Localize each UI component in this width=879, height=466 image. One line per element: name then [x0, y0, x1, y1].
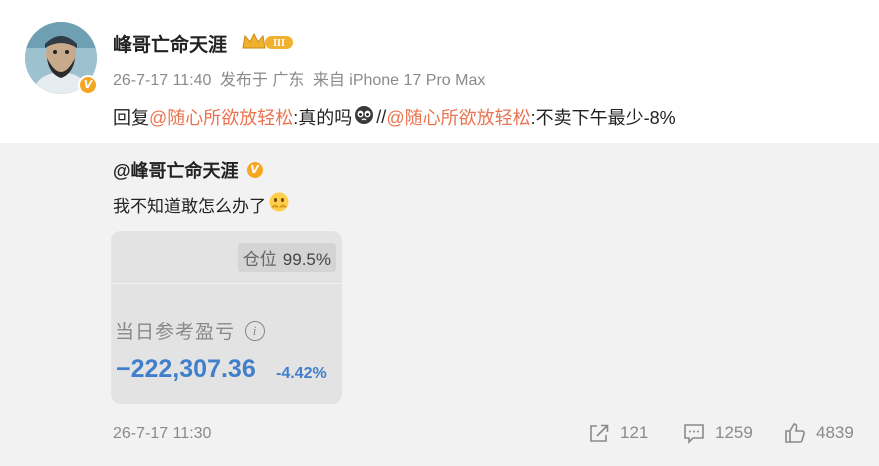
repost-text: 我不知道敢怎么办了 — [113, 191, 292, 218]
reply-separator: // — [376, 106, 387, 127]
mention-link-2[interactable]: @随心所欲放轻松 — [386, 104, 530, 130]
mention-link-1[interactable]: @随心所欲放轻松 — [149, 104, 293, 130]
reply-text: 回复 @随心所欲放轻松 :真的吗 // @随心所欲放轻松 :不卖下午最少-8% — [113, 104, 676, 130]
post-location: 发布于 广东 — [219, 72, 305, 89]
reposted-weibo[interactable]: @峰哥亡命天涯 V 我不知道敢怎么办了 仓位 99.5% 当日参考盈亏 i −22… — [0, 143, 879, 466]
verified-badge: V — [78, 75, 98, 95]
panda-emoji-icon — [354, 105, 374, 130]
like-count: 4839 — [816, 423, 854, 442]
position-box: 仓位 99.5% — [237, 243, 336, 272]
pnl-label: 当日参考盈亏 — [115, 322, 236, 343]
comment-count: 1259 — [715, 423, 753, 442]
share-button[interactable]: 121 — [588, 422, 648, 444]
verified-v-icon: V — [246, 162, 263, 178]
share-icon — [590, 424, 609, 442]
clasped-hands-face-emoji-icon — [268, 191, 290, 218]
post-meta: 26-7-17 11:40 发布于 广东 来自 iPhone 17 Pro Ma… — [113, 66, 489, 90]
reply-body: :真的吗 — [293, 108, 353, 128]
pnl-percent: -4.42% — [276, 365, 327, 382]
repost-author: @峰哥亡命天涯 V — [113, 157, 263, 183]
pnl-value: −222,307.36 — [116, 355, 256, 383]
comment-button[interactable]: 1259 — [683, 422, 753, 444]
weibo-post: V 峰哥亡命天涯 III 26-7-17 11:40 发布于 广东 来自 iPh… — [0, 0, 879, 143]
post-timestamp[interactable]: 26-7-17 11:40 — [113, 72, 211, 89]
position-label: 仓位 — [242, 250, 277, 269]
rank-label: III — [273, 38, 285, 49]
portfolio-screenshot[interactable]: 仓位 99.5% 当日参考盈亏 i −222,307.36 -4.42% — [111, 231, 342, 404]
verified-v-icon: V — [80, 77, 96, 93]
thumbs-up-icon — [785, 423, 805, 443]
reply-prefix: 回复 — [113, 108, 149, 128]
card-divider — [111, 283, 342, 284]
info-icon: i — [245, 320, 266, 341]
like-button[interactable]: 4839 — [784, 422, 854, 444]
quoted-body: :不卖下午最少-8% — [530, 108, 676, 128]
share-count: 121 — [620, 423, 649, 442]
repost-text-body: 我不知道敢怎么办了 — [113, 197, 266, 216]
post-username[interactable]: 峰哥亡命天涯 — [113, 30, 227, 57]
action-bar: 121 1259 4839 — [0, 422, 879, 446]
repost-username[interactable]: @峰哥亡命天涯 — [113, 157, 239, 183]
post-device: 来自 iPhone 17 Pro Max — [312, 72, 486, 89]
crown-rank-icon[interactable]: III — [241, 31, 295, 58]
pnl-label-row: 当日参考盈亏 i — [115, 317, 266, 344]
position-value: 99.5% — [282, 250, 331, 269]
comment-icon — [684, 424, 704, 444]
